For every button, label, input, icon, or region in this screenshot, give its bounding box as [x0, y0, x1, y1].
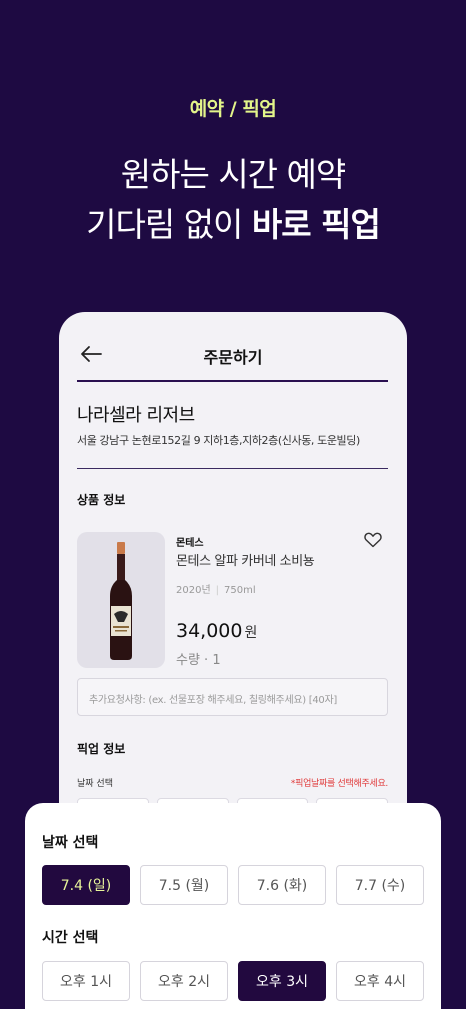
header-divider [77, 380, 388, 382]
product-brand: 몬테스 [176, 538, 204, 549]
sheet-date-label: 날짜 선택 [42, 835, 99, 851]
date-option[interactable]: 7.5 (월) [140, 865, 228, 905]
product-image [77, 532, 165, 668]
time-option[interactable]: 오후 1시 [42, 961, 130, 1001]
date-option[interactable]: 7.7 (수) [336, 865, 424, 905]
price-unit: 원 [244, 625, 258, 641]
order-header: 주문하기 [59, 312, 407, 382]
product-volume: 750ml [224, 585, 256, 596]
product-year: 2020년 [176, 585, 211, 596]
price-value: 34,000 [176, 620, 243, 642]
date-select-label: 날짜 선택 [77, 779, 113, 789]
time-option-selected[interactable]: 오후 3시 [238, 961, 326, 1001]
store-name: 나라셀라 리저브 [77, 405, 195, 426]
headline-line-1: 원하는 시간 예약 [120, 155, 347, 194]
date-options: 7.4 (일) 7.5 (월) 7.6 (화) 7.7 (수) [42, 865, 424, 905]
date-option-selected[interactable]: 7.4 (일) [42, 865, 130, 905]
wine-bottle-image [110, 542, 132, 660]
phone-mockup: 주문하기 나라셀라 리저브 서울 강남구 논현로152길 9 지하1층,지하2층… [59, 312, 407, 832]
page-title: 주문하기 [203, 348, 263, 367]
headline-bold: 바로 픽업 [251, 205, 381, 244]
date-warning: *픽업날짜를 선택해주세요. [290, 779, 388, 789]
bottom-sheet: 날짜 선택 7.4 (일) 7.5 (월) 7.6 (화) 7.7 (수) 시간… [25, 803, 441, 1009]
time-option[interactable]: 오후 2시 [140, 961, 228, 1001]
store-divider [77, 468, 388, 469]
request-input[interactable]: 추가요청사항: (ex. 선물포장 해주세요, 칠링해주세요) [40자] [77, 678, 388, 716]
product-price: 34,000 원 [176, 620, 257, 642]
pickup-section-label: 픽업 정보 [77, 742, 126, 756]
sheet-time-label: 시간 선택 [42, 930, 99, 946]
headline-regular: 기다림 없이 [86, 205, 243, 244]
time-options: 오후 1시 오후 2시 오후 3시 오후 4시 [42, 961, 424, 1001]
promo-tag: 예약 / 픽업 [189, 98, 277, 120]
date-option[interactable]: 7.6 (화) [238, 865, 326, 905]
product-meta: 2020년 | 750ml [176, 585, 256, 596]
promo-headline: 원하는 시간 예약 기다림 없이 바로 픽업 [0, 150, 466, 250]
product-section-label: 상품 정보 [77, 493, 126, 507]
store-address: 서울 강남구 논현로152길 9 지하1층,지하2층(신사동, 도운빌딩) [77, 434, 360, 447]
heart-outline-icon[interactable] [364, 532, 382, 548]
time-option[interactable]: 오후 4시 [336, 961, 424, 1001]
product-name: 몬테스 알파 카버네 소비뇽 [176, 554, 315, 569]
headline-line-2: 기다림 없이 바로 픽업 [0, 200, 466, 250]
product-quantity: 수량 · 1 [176, 653, 221, 668]
